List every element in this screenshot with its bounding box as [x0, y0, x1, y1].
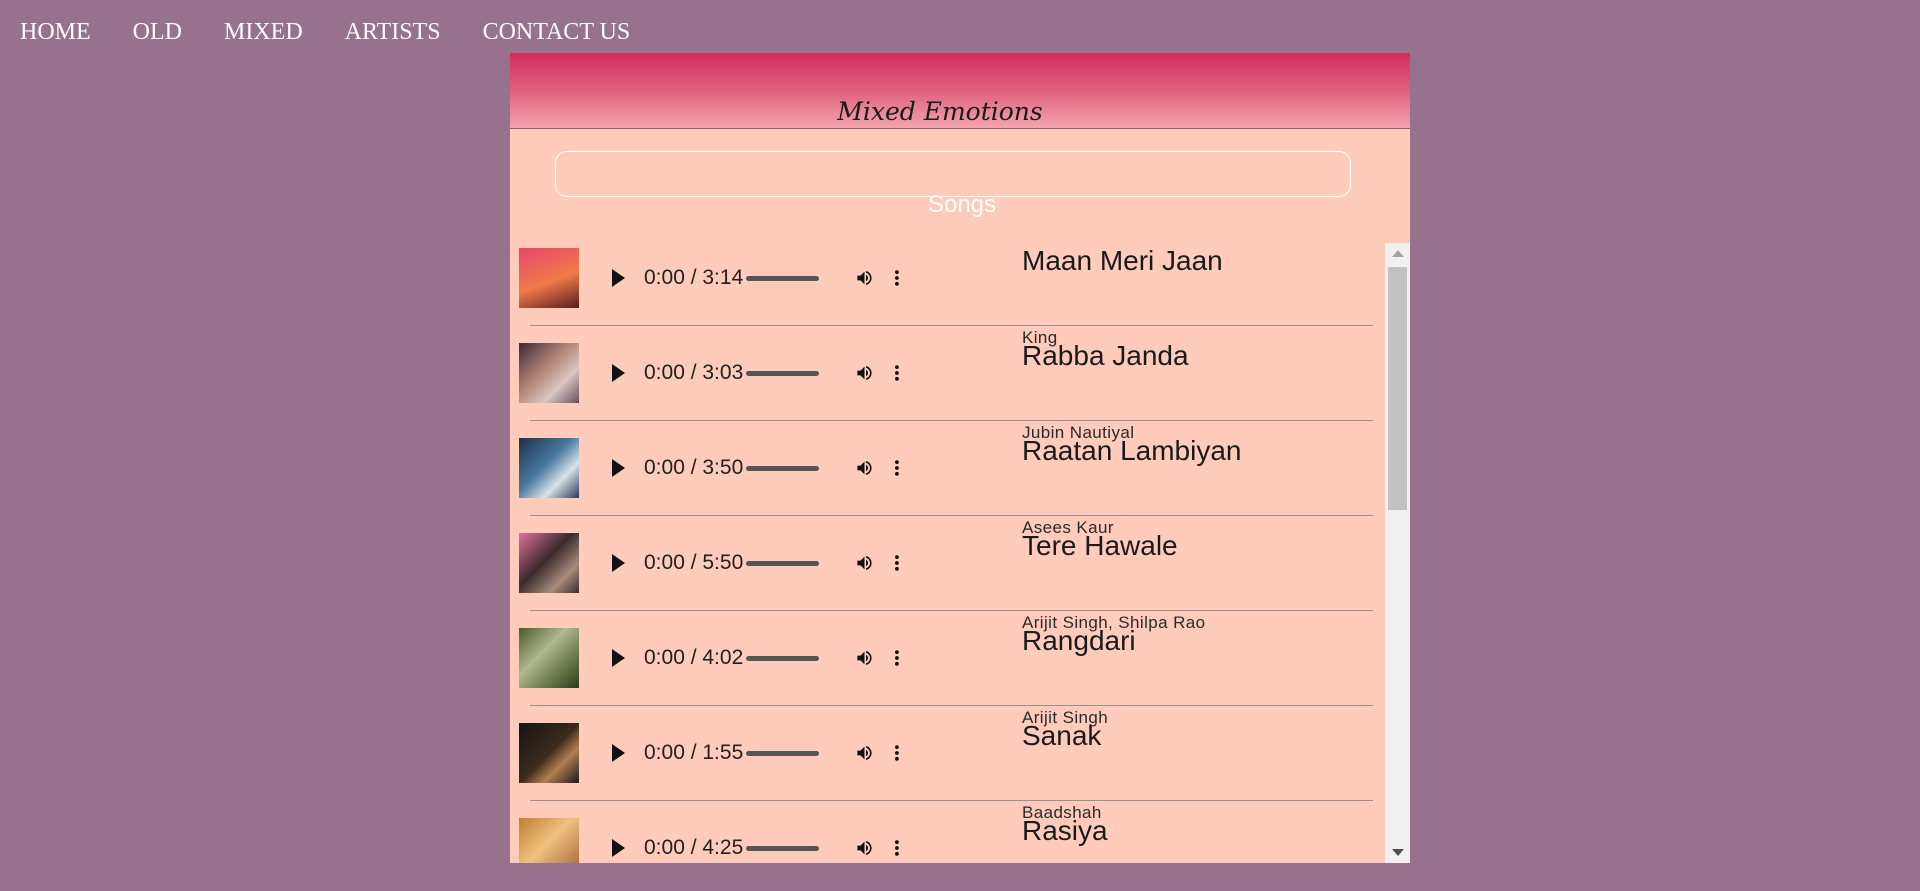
more-options-icon[interactable]: [894, 741, 900, 765]
audio-player: 0:00 / 3:03: [600, 353, 900, 393]
album-art: [519, 533, 579, 593]
volume-icon[interactable]: [855, 740, 874, 766]
more-options-icon[interactable]: [894, 551, 900, 575]
scrollbar[interactable]: [1385, 243, 1410, 863]
songs-heading: Songs: [927, 191, 997, 218]
nav-contact-link[interactable]: CONTACT US: [483, 19, 631, 46]
song-title: Rasiya: [1022, 815, 1108, 846]
audio-player: 0:00 / 5:50: [600, 543, 900, 583]
song-row: 0:00 / 3:14 Maan Meri Jaan King: [510, 243, 1385, 347]
seek-bar[interactable]: [746, 655, 820, 661]
volume-icon[interactable]: [855, 360, 874, 386]
more-options-icon[interactable]: [894, 836, 900, 860]
album-art: [519, 628, 579, 688]
song-row: 0:00 / 1:55 Sanak Baadshah: [510, 718, 1385, 822]
scroll-up-button[interactable]: [1385, 243, 1410, 263]
time-display: 0:00 / 4:25: [644, 836, 744, 859]
nav-old-link[interactable]: OLD: [133, 19, 182, 46]
time-display: 0:00 / 5:50: [644, 551, 744, 574]
row-divider: [530, 325, 1373, 326]
volume-icon[interactable]: [855, 265, 874, 291]
album-art: [519, 248, 579, 308]
seek-bar[interactable]: [746, 370, 820, 376]
song-row: 0:00 / 5:50 Tere Hawale Arijit Singh, Shil…: [510, 528, 1385, 632]
scroll-thumb[interactable]: [1388, 267, 1407, 510]
row-divider: [530, 610, 1373, 611]
audio-player: 0:00 / 1:55: [600, 733, 900, 773]
song-title: Rangdari: [1022, 625, 1136, 656]
banner: Mixed Emotions: [510, 53, 1410, 129]
song-title: Raatan Lambiyan: [1022, 435, 1242, 466]
time-display: 0:00 / 4:02: [644, 646, 744, 669]
song-row: 0:00 / 4:02 Rangdari Arijit Singh: [510, 623, 1385, 727]
time-display: 0:00 / 3:50: [644, 456, 744, 479]
play-icon[interactable]: [612, 649, 625, 667]
song-row: 0:00 / 4:25 Rasiya: [510, 813, 1385, 863]
volume-icon[interactable]: [855, 455, 874, 481]
scroll-down-button[interactable]: [1385, 843, 1410, 863]
row-divider: [530, 705, 1373, 706]
audio-player: 0:00 / 3:50: [600, 448, 900, 488]
volume-icon[interactable]: [855, 550, 874, 576]
time-display: 0:00 / 3:03: [644, 361, 744, 384]
audio-player: 0:00 / 4:02: [600, 638, 900, 678]
nav-artists-link[interactable]: ARTISTS: [345, 19, 441, 46]
row-divider: [530, 420, 1373, 421]
play-icon[interactable]: [612, 459, 625, 477]
seek-bar[interactable]: [746, 750, 820, 756]
album-art: [519, 818, 579, 863]
more-options-icon[interactable]: [894, 266, 900, 290]
song-title: Rabba Janda: [1022, 340, 1189, 371]
seek-bar[interactable]: [746, 275, 820, 281]
play-icon[interactable]: [612, 839, 625, 857]
nav-mixed-link[interactable]: MIXED: [224, 19, 303, 46]
playlist-panel: Mixed Emotions Songs 0:00 / 3:14 Maan Mer…: [510, 53, 1410, 863]
song-title: Tere Hawale: [1022, 530, 1178, 561]
seek-bar[interactable]: [746, 845, 820, 851]
time-display: 0:00 / 1:55: [644, 741, 744, 764]
row-divider: [530, 800, 1373, 801]
more-options-icon[interactable]: [894, 456, 900, 480]
audio-player: 0:00 / 3:14: [600, 258, 900, 298]
album-art: [519, 343, 579, 403]
play-icon[interactable]: [612, 364, 625, 382]
more-options-icon[interactable]: [894, 646, 900, 670]
time-display: 0:00 / 3:14: [644, 266, 744, 289]
song-row: 0:00 / 3:03 Rabba Janda Jubin Nautiyal: [510, 338, 1385, 442]
more-options-icon[interactable]: [894, 361, 900, 385]
seek-bar[interactable]: [746, 465, 820, 471]
song-title: Sanak: [1022, 720, 1102, 751]
play-icon[interactable]: [612, 269, 625, 287]
audio-player: 0:00 / 4:25: [600, 828, 900, 863]
play-icon[interactable]: [612, 554, 625, 572]
album-art: [519, 723, 579, 783]
seek-bar[interactable]: [746, 560, 820, 566]
play-icon[interactable]: [612, 744, 625, 762]
song-row: 0:00 / 3:50 Raatan Lambiyan Asees Kaur: [510, 433, 1385, 537]
nav-home-link[interactable]: HOME: [20, 19, 91, 46]
row-divider: [530, 515, 1373, 516]
page-title: Mixed Emotions: [837, 97, 1043, 126]
album-art: [519, 438, 579, 498]
volume-icon[interactable]: [855, 835, 874, 861]
song-list: 0:00 / 3:14 Maan Meri Jaan King 0:00 / 3:03…: [510, 243, 1385, 863]
volume-icon[interactable]: [855, 645, 874, 671]
song-title: Maan Meri Jaan: [1022, 245, 1223, 276]
